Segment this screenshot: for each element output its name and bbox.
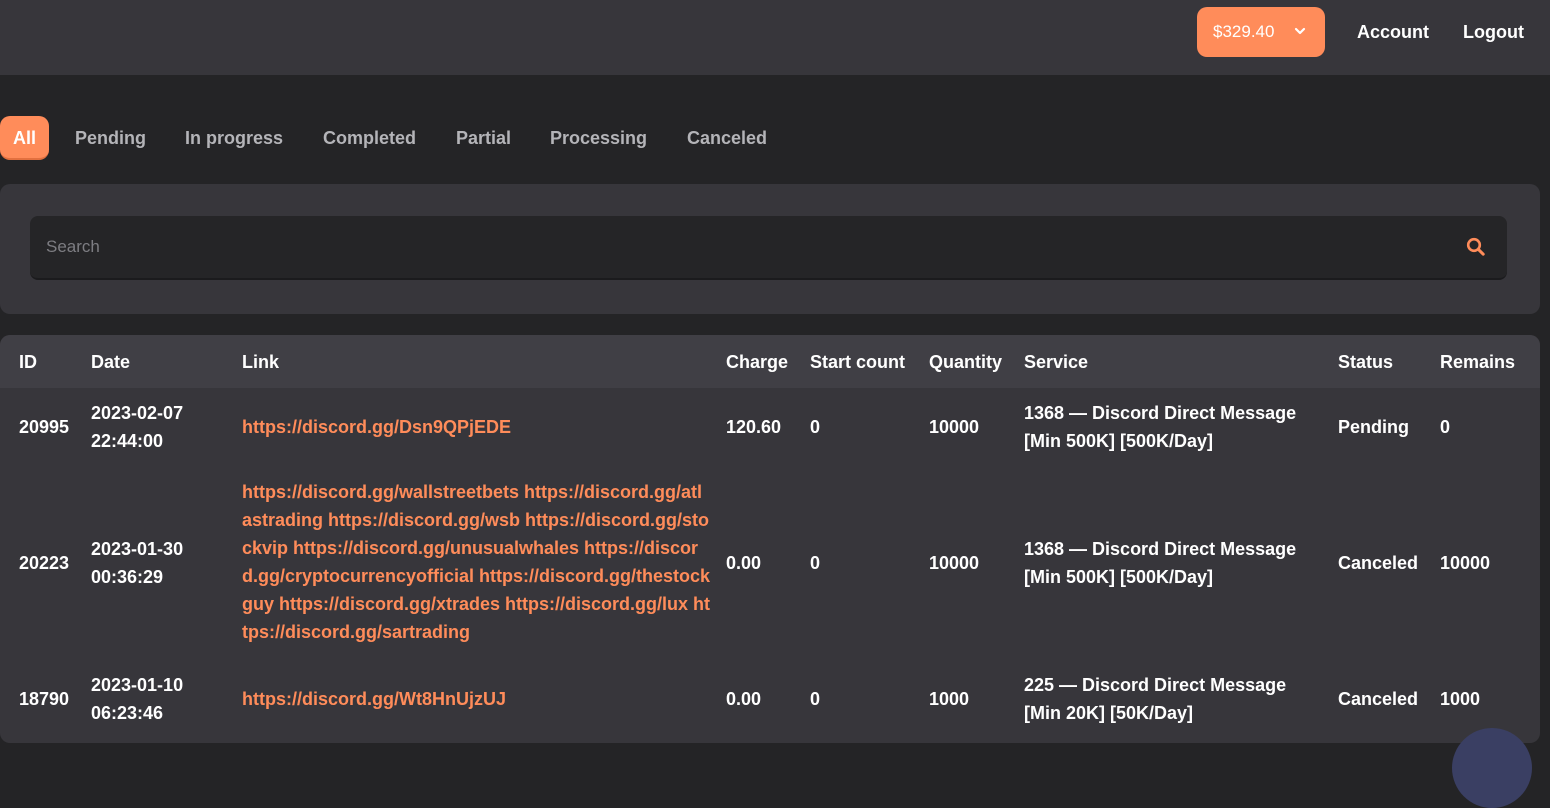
order-date: 2023-01-10 06:23:46: [91, 671, 183, 727]
order-date-day: 2023-02-07: [91, 403, 184, 423]
order-service-name: 1368 — Discord Direct Message: [1024, 539, 1297, 559]
order-quantity: 1000: [929, 689, 970, 709]
order-id: 20995: [19, 417, 70, 437]
order-date-time: 00:36:29: [91, 567, 164, 587]
order-service: 225 — Discord Direct Message [Min 20K] […: [1024, 671, 1286, 727]
order-start-count: 0: [810, 417, 821, 437]
column-header-link: Link: [242, 352, 280, 372]
search-input[interactable]: [30, 216, 1430, 278]
order-start-count: 0: [810, 553, 821, 573]
order-date-day: 2023-01-30: [91, 539, 184, 559]
column-header-remains: Remains: [1440, 352, 1516, 372]
order-service-limits: [Min 20K] [50K/Day]: [1024, 703, 1194, 723]
order-remains: 0: [1440, 417, 1451, 437]
search-panel: [0, 184, 1540, 314]
column-header-start-count: Start count: [810, 352, 906, 372]
balance-amount: $329.40: [1213, 22, 1275, 41]
top-bar: $329.40 Account Logout: [0, 0, 1550, 75]
chevron-down-icon: [1294, 27, 1306, 35]
order-charge: 0.00: [726, 553, 762, 573]
order-date-time: 22:44:00: [91, 431, 164, 451]
order-service: 1368 — Discord Direct Message [Min 500K]…: [1024, 535, 1296, 591]
order-service: 1368 — Discord Direct Message [Min 500K]…: [1024, 399, 1296, 455]
order-quantity: 10000: [929, 417, 980, 437]
order-remains: 1000: [1440, 689, 1481, 709]
order-service-name: 225 — Discord Direct Message: [1024, 675, 1287, 695]
order-service-limits: [Min 500K] [500K/Day]: [1024, 567, 1214, 587]
column-header-charge: Charge: [726, 352, 789, 372]
tab-canceled[interactable]: Canceled: [687, 116, 767, 160]
tab-in-progress[interactable]: In progress: [185, 116, 283, 160]
order-service-name: 1368 — Discord Direct Message: [1024, 403, 1297, 423]
order-service-limits: [Min 500K] [500K/Day]: [1024, 431, 1214, 451]
orders-table: ID Date Link Charge Start count Quantity…: [0, 335, 1540, 743]
order-charge: 120.60: [726, 417, 782, 437]
column-header-quantity: Quantity: [929, 352, 1003, 372]
order-quantity: 10000: [929, 553, 980, 573]
balance-dropdown-button[interactable]: $329.40: [1197, 7, 1325, 57]
tab-processing[interactable]: Processing: [550, 116, 647, 160]
order-link[interactable]: https://discord.gg/wallstreetbets https:…: [242, 478, 712, 646]
tab-pending[interactable]: Pending: [75, 116, 146, 160]
order-link[interactable]: https://discord.gg/Wt8HnUjzUJ: [242, 685, 708, 713]
order-remains: 10000: [1440, 553, 1491, 573]
order-charge: 0.00: [726, 689, 762, 709]
column-header-date: Date: [91, 352, 131, 372]
tab-all[interactable]: All: [0, 116, 50, 160]
order-date-time: 06:23:46: [91, 703, 164, 723]
search-icon[interactable]: [1466, 237, 1486, 257]
order-id: 18790: [19, 689, 70, 709]
order-date: 2023-01-30 00:36:29: [91, 535, 183, 591]
search-box: [30, 216, 1507, 280]
logout-link[interactable]: Logout: [1463, 20, 1524, 44]
table-header: ID Date Link Charge Start count Quantity…: [0, 335, 1540, 388]
tab-partial[interactable]: Partial: [456, 116, 511, 160]
column-header-status: Status: [1338, 352, 1394, 372]
tab-completed[interactable]: Completed: [323, 116, 416, 160]
order-status: Canceled: [1338, 553, 1419, 573]
chat-widget-button[interactable]: [1452, 728, 1532, 808]
column-header-service: Service: [1024, 352, 1089, 372]
order-status-tabs: All Pending In progress Completed Partia…: [0, 116, 1550, 162]
order-date: 2023-02-07 22:44:00: [91, 399, 183, 455]
order-date-day: 2023-01-10: [91, 675, 184, 695]
column-header-id: ID: [19, 352, 37, 372]
order-start-count: 0: [810, 689, 821, 709]
order-id: 20223: [19, 553, 70, 573]
order-status: Canceled: [1338, 689, 1419, 709]
order-link[interactable]: https://discord.gg/Dsn9QPjEDE: [242, 413, 708, 441]
account-link[interactable]: Account: [1357, 20, 1429, 44]
order-status: Pending: [1338, 417, 1409, 437]
